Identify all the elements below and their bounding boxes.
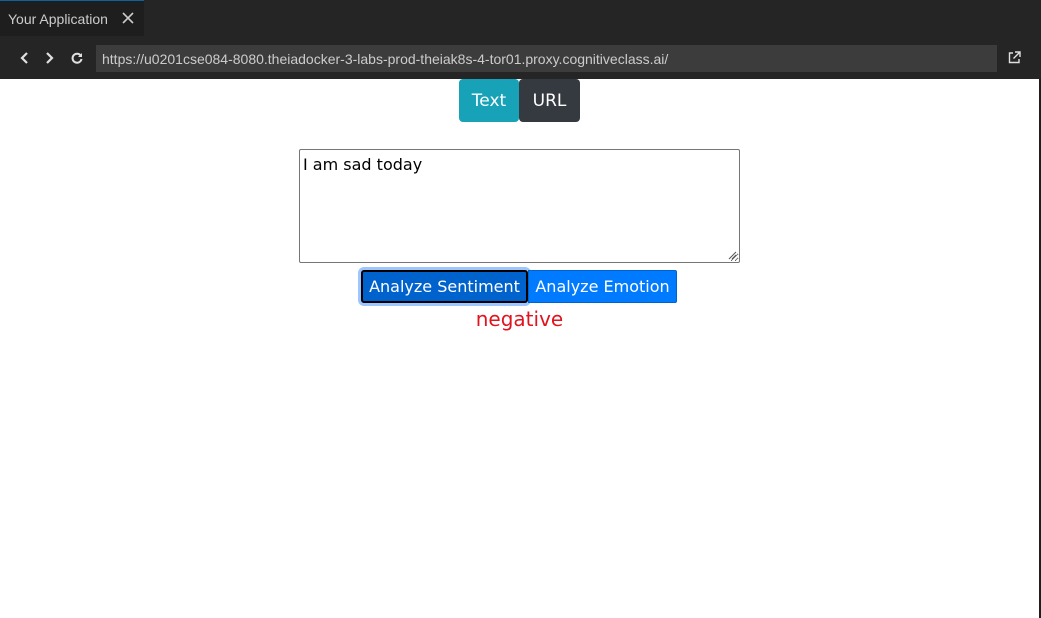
url-mode-button[interactable]: URL <box>519 79 580 122</box>
url-input[interactable] <box>96 45 997 72</box>
open-external-icon[interactable] <box>1008 51 1021 64</box>
refresh-icon[interactable] <box>71 51 83 65</box>
text-to-analyze-input[interactable]: I am sad today <box>299 149 740 263</box>
forward-icon[interactable] <box>44 51 56 65</box>
sentiment-result: negative <box>475 307 564 331</box>
page-content: Text URL I am sad today Analyze Sentimen… <box>0 79 1039 618</box>
tab-bar: Your Application <box>0 0 1041 36</box>
analyze-emotion-button[interactable]: Analyze Emotion <box>528 270 677 303</box>
app-tab[interactable]: Your Application <box>0 0 144 36</box>
browser-toolbar <box>0 36 1041 79</box>
close-icon[interactable] <box>122 12 134 24</box>
tab-title: Your Application <box>8 10 108 27</box>
text-mode-button[interactable]: Text <box>459 79 519 122</box>
back-icon[interactable] <box>18 51 30 65</box>
analyze-sentiment-button[interactable]: Analyze Sentiment <box>361 270 528 303</box>
